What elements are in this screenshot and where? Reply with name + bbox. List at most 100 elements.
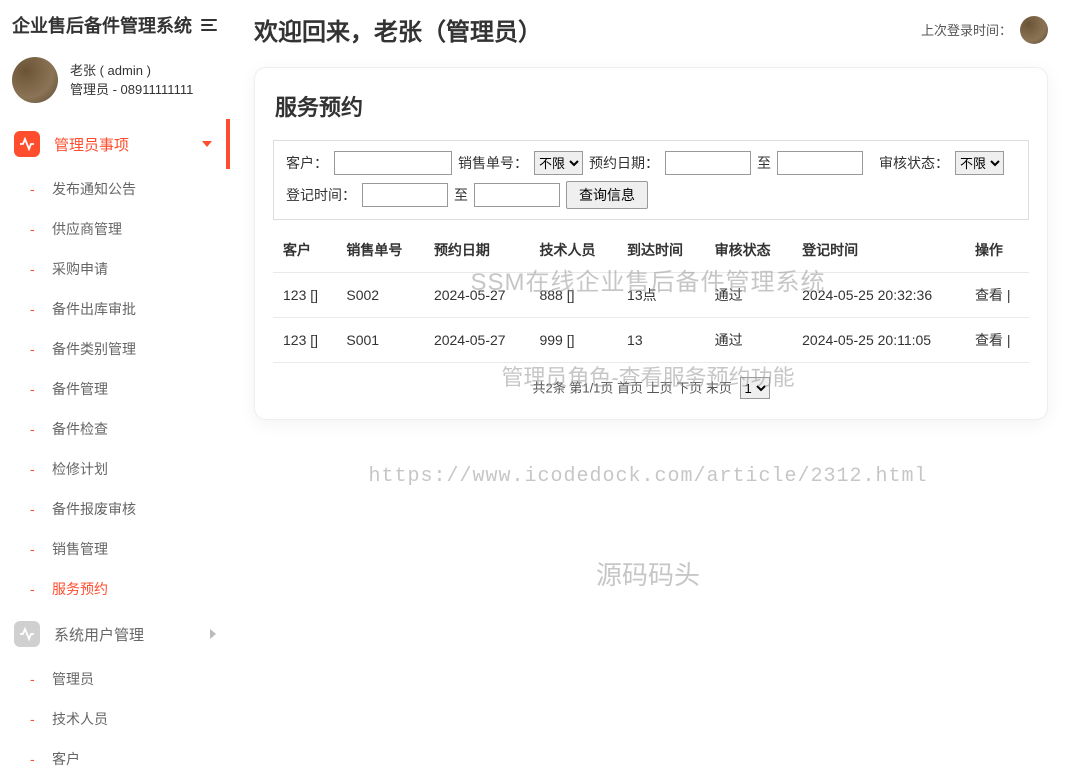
sidebar-item-admin-2[interactable]: -采购申请: [0, 249, 230, 289]
card-service-booking: 服务预约 客户： 销售单号： 不限 预约日期： 至 审核状态： 不限 登记时间：…: [254, 67, 1048, 420]
sidebar-item-label: 备件类别管理: [52, 339, 136, 359]
sidebar-item-admin-3[interactable]: -备件出库审批: [0, 289, 230, 329]
table-cell: 123 []: [273, 273, 336, 318]
admin-menu-list: -发布通知公告-供应商管理-采购申请-备件出库审批-备件类别管理-备件管理-备件…: [0, 169, 230, 609]
sidebar-item-label: 备件报废审核: [52, 499, 136, 519]
regtime-from-input[interactable]: [362, 183, 448, 207]
sidebar-item-sysuser-1[interactable]: -技术人员: [0, 699, 230, 739]
regtime-to-input[interactable]: [474, 183, 560, 207]
sidebar-item-label: 销售管理: [52, 539, 108, 559]
sidebar-item-admin-6[interactable]: -备件检查: [0, 409, 230, 449]
sidebar-item-label: 采购申请: [52, 259, 108, 279]
dash-icon: -: [30, 301, 52, 317]
dash-icon: -: [30, 341, 52, 357]
date-from-input[interactable]: [665, 151, 751, 175]
dash-icon: -: [30, 261, 52, 277]
audit-select[interactable]: 不限: [955, 151, 1004, 175]
sidebar-item-label: 发布通知公告: [52, 179, 136, 199]
dash-icon: -: [30, 221, 52, 237]
sidebar-item-label: 检修计划: [52, 459, 108, 479]
filter-label-audit: 审核状态：: [879, 153, 949, 173]
sidebar-item-admin-7[interactable]: -检修计划: [0, 449, 230, 489]
table-cell: S002: [336, 273, 424, 318]
topbar: 欢迎回来，老张（管理员） 上次登录时间：: [254, 12, 1048, 47]
welcome-title: 欢迎回来，老张（管理员）: [254, 12, 921, 47]
menu-header-admin-label: 管理员事项: [54, 134, 129, 155]
table-col-header: 审核状态: [705, 228, 793, 273]
watermark-3: https://www.icodedock.com/article/2312.h…: [230, 465, 1066, 488]
sidebar-item-sysuser-0[interactable]: -管理员: [0, 659, 230, 699]
dash-icon: -: [30, 381, 52, 397]
user-name: 老张 ( admin ): [70, 61, 193, 81]
sidebar-item-admin-4[interactable]: -备件类别管理: [0, 329, 230, 369]
sidebar-item-label: 管理员: [52, 669, 94, 689]
avatar-small[interactable]: [1020, 16, 1048, 44]
filter-label-customer: 客户：: [286, 153, 328, 173]
pager-summary[interactable]: 共2条 第1/1页 首页 上页 下页 末页: [533, 381, 732, 396]
table-col-header: 客户: [273, 228, 336, 273]
sidebar-item-admin-5[interactable]: -备件管理: [0, 369, 230, 409]
sidebar-item-admin-8[interactable]: -备件报废审核: [0, 489, 230, 529]
sidebar-item-admin-1[interactable]: -供应商管理: [0, 209, 230, 249]
sidebar: 企业售后备件管理系统 老张 ( admin ) 管理员 - 0891111111…: [0, 0, 230, 779]
filter-label-regtime: 登记时间：: [286, 185, 356, 205]
saleno-select[interactable]: 不限: [534, 151, 583, 175]
table-cell: 2024-05-25 20:32:36: [792, 273, 965, 318]
table-cell: 2024-05-25 20:11:05: [792, 318, 965, 363]
avatar[interactable]: [12, 57, 58, 103]
table-col-header: 技术人员: [529, 228, 617, 273]
menu-header-sysuser[interactable]: 系统用户管理: [0, 609, 230, 659]
query-button[interactable]: 查询信息: [566, 181, 648, 209]
dash-icon: -: [30, 421, 52, 437]
pulse-icon: [14, 131, 40, 157]
table-row: 123 []S0012024-05-27999 []13通过2024-05-25…: [273, 318, 1029, 363]
sidebar-item-admin-9[interactable]: -销售管理: [0, 529, 230, 569]
menu-toggle-icon[interactable]: [196, 12, 222, 41]
table-col-header: 登记时间: [792, 228, 965, 273]
table-cell: 13: [617, 318, 705, 363]
table-cell: 2024-05-27: [424, 273, 530, 318]
dash-icon: -: [30, 751, 52, 767]
table-cell[interactable]: 查看 |: [965, 318, 1029, 363]
main-area: 欢迎回来，老张（管理员） 上次登录时间： 服务预约 客户： 销售单号： 不限 预…: [230, 0, 1066, 779]
filter-label-saleno: 销售单号：: [458, 153, 528, 173]
filter-box: 客户： 销售单号： 不限 预约日期： 至 审核状态： 不限 登记时间： 至 查询…: [273, 140, 1029, 220]
dash-icon: -: [30, 581, 52, 597]
table-cell: 888 []: [529, 273, 617, 318]
table-row: 123 []S0022024-05-27888 []13点通过2024-05-2…: [273, 273, 1029, 318]
table-cell: 通过: [705, 273, 793, 318]
table-cell[interactable]: 查看 |: [965, 273, 1029, 318]
sysuser-menu-list: -管理员-技术人员-客户: [0, 659, 230, 779]
card-title: 服务预约: [275, 90, 1029, 122]
pager: 共2条 第1/1页 首页 上页 下页 末页 1: [273, 363, 1029, 403]
sidebar-item-label: 供应商管理: [52, 219, 122, 239]
dash-icon: -: [30, 461, 52, 477]
watermark-4: 源码码头: [230, 555, 1066, 592]
sidebar-item-label: 客户: [52, 749, 80, 769]
sidebar-item-label: 备件管理: [52, 379, 108, 399]
dash-icon: -: [30, 501, 52, 517]
sidebar-item-sysuser-2[interactable]: -客户: [0, 739, 230, 779]
date-to-input[interactable]: [777, 151, 863, 175]
sidebar-item-label: 技术人员: [52, 709, 108, 729]
user-role-line: 管理员 - 08911111111: [70, 80, 193, 100]
pager-select[interactable]: 1: [740, 377, 770, 399]
user-block: 老张 ( admin ) 管理员 - 08911111111: [0, 49, 230, 119]
sidebar-item-label: 备件检查: [52, 419, 108, 439]
table-cell: 2024-05-27: [424, 318, 530, 363]
last-login-label: 上次登录时间：: [921, 20, 1012, 39]
table-col-header: 操作: [965, 228, 1029, 273]
sidebar-item-admin-0[interactable]: -发布通知公告: [0, 169, 230, 209]
table-cell: 通过: [705, 318, 793, 363]
sidebar-item-admin-10[interactable]: -服务预约: [0, 569, 230, 609]
menu-header-sysuser-label: 系统用户管理: [54, 624, 144, 645]
dash-icon: -: [30, 711, 52, 727]
filter-label-to1: 至: [757, 153, 771, 173]
table-col-header: 销售单号: [336, 228, 424, 273]
dash-icon: -: [30, 541, 52, 557]
menu-header-admin[interactable]: 管理员事项: [0, 119, 226, 169]
brand-title: 企业售后备件管理系统: [12, 14, 196, 39]
customer-input[interactable]: [334, 151, 452, 175]
filter-label-to2: 至: [454, 185, 468, 205]
sidebar-item-label: 服务预约: [52, 579, 108, 599]
